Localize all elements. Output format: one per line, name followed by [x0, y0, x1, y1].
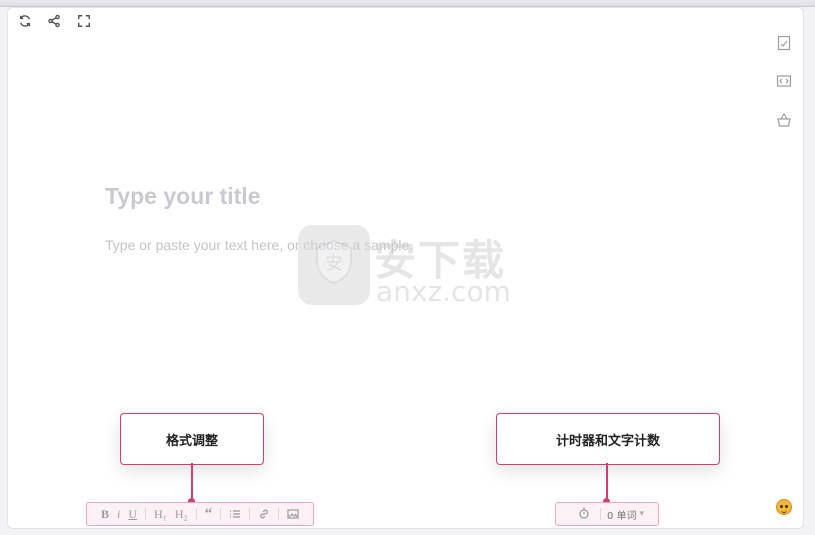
shield-icon: 安 — [316, 239, 352, 285]
svg-text:安: 安 — [326, 254, 343, 274]
toolbar-divider — [145, 508, 147, 520]
refresh-icon[interactable] — [15, 11, 35, 31]
timer-icon[interactable] — [578, 507, 592, 521]
italic-button[interactable]: i — [117, 507, 120, 522]
bold-button[interactable]: B — [101, 507, 109, 522]
heading2-button[interactable]: H₂ — [175, 507, 188, 522]
emoji-icon[interactable] — [776, 499, 792, 515]
counter-callout-stem — [606, 463, 608, 502]
quote-button[interactable]: “ — [205, 506, 213, 523]
watermark-small-text: anxz.com — [376, 275, 511, 308]
window-top-strip — [0, 0, 815, 7]
counter-divider — [600, 508, 601, 520]
toolbar-divider — [249, 508, 251, 520]
format-callout: 格式调整 — [120, 413, 264, 465]
watermark-badge: 安 — [298, 225, 370, 305]
fullscreen-icon[interactable] — [74, 11, 94, 31]
link-icon[interactable] — [258, 508, 270, 520]
heading1-button[interactable]: H₁ — [154, 507, 167, 522]
counter-callout: 计时器和文字计数 — [496, 413, 720, 465]
toolbar-divider — [220, 508, 222, 520]
basket-icon[interactable] — [774, 110, 794, 130]
code-icon[interactable] — [774, 71, 794, 91]
format-callout-stem — [191, 463, 193, 502]
word-counter[interactable]: 0 单词 ▾ — [555, 502, 659, 526]
format-toolbar: B i U H₁ H₂ “ — [86, 502, 314, 526]
toolbar-divider — [278, 508, 280, 520]
list-icon[interactable] — [229, 508, 241, 520]
word-count-label[interactable]: 0 单词 — [607, 507, 637, 522]
chevron-down-icon[interactable]: ▾ — [640, 509, 645, 519]
watermark: 安 安下载 anxz.com — [298, 225, 518, 308]
underline-button[interactable]: U — [128, 507, 137, 522]
share-icon[interactable] — [44, 11, 64, 31]
title-placeholder[interactable]: Type your title — [105, 183, 261, 210]
image-icon[interactable] — [287, 508, 299, 520]
toolbar-divider — [195, 508, 197, 520]
checklist-icon[interactable] — [774, 33, 794, 53]
